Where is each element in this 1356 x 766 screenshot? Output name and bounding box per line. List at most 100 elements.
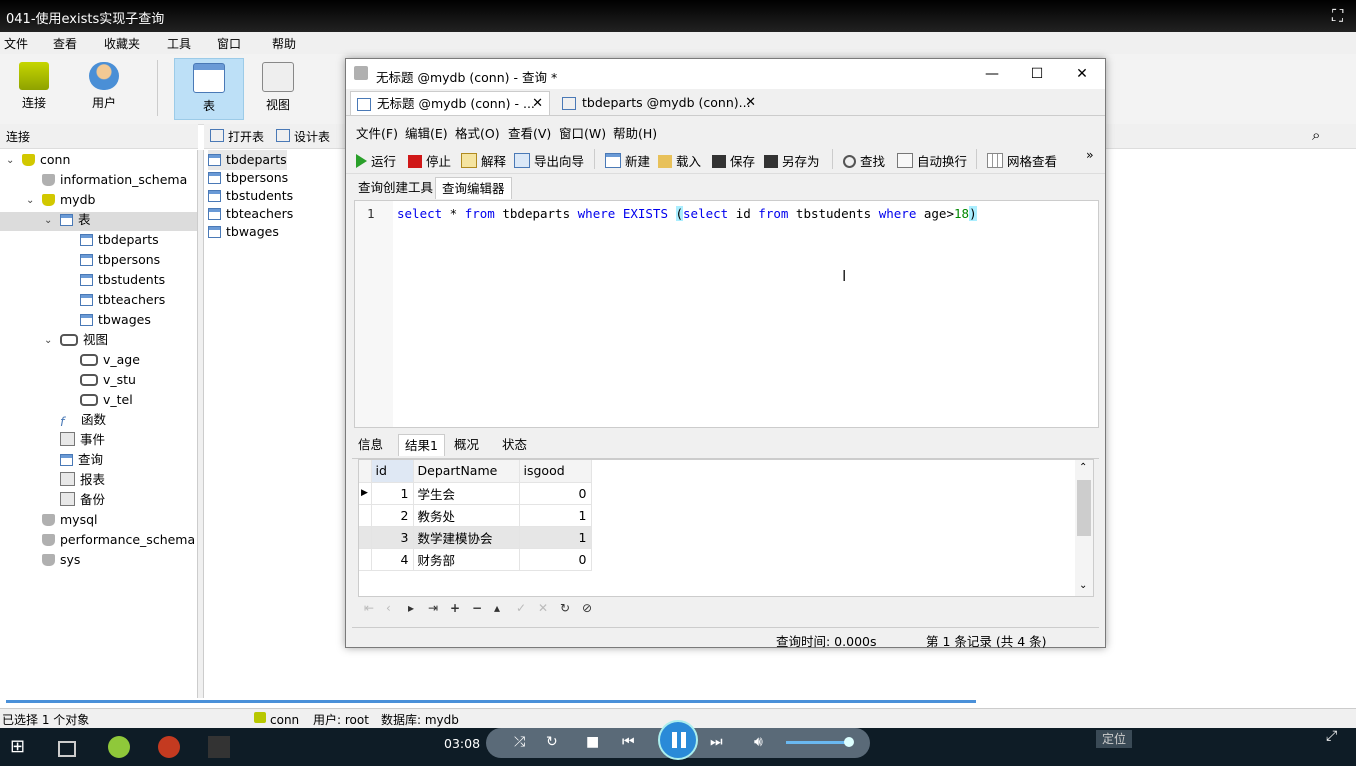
explain-button[interactable]: 解释 — [461, 151, 506, 170]
load-button[interactable]: 载入 — [658, 151, 701, 170]
menu-tools[interactable]: 工具 — [167, 35, 191, 52]
cell-departname[interactable]: 教务处 — [413, 504, 520, 527]
tree-node-view[interactable]: v_tel — [80, 390, 133, 410]
user-button[interactable]: 用户 — [74, 58, 134, 116]
scroll-down-icon[interactable]: ⌄ — [1079, 580, 1087, 591]
sql-code[interactable]: select * from tbdeparts where EXISTS (se… — [397, 206, 977, 221]
column-header-isgood[interactable]: isgood — [519, 460, 592, 483]
tab-untitled-query[interactable]: 无标题 @mydb (conn) - ... ✕ — [350, 91, 550, 115]
volume-knob[interactable] — [844, 737, 854, 747]
save-button[interactable]: 保存 — [712, 151, 755, 170]
task-view-icon[interactable] — [58, 741, 76, 757]
tree-node-tables[interactable]: 表 — [60, 210, 91, 230]
panel-splitter[interactable] — [197, 150, 204, 698]
tab-info[interactable]: 信息 — [352, 434, 389, 456]
menu-view[interactable]: 查看 — [53, 35, 77, 52]
tree-node-backup[interactable]: 备份 — [60, 490, 105, 510]
close-tab-icon[interactable]: ✕ — [745, 91, 756, 115]
open-table-button[interactable]: 打开表 — [210, 128, 264, 145]
tree-node-sys[interactable]: sys — [42, 550, 80, 570]
video-progress-bar[interactable] — [0, 698, 1356, 708]
tree-node-conn[interactable]: conn — [22, 150, 70, 170]
cell-id[interactable]: 1 — [371, 482, 414, 505]
next-icon[interactable]: ⏭ — [710, 734, 723, 750]
fullscreen-icon[interactable]: ⛶ — [1332, 6, 1343, 26]
add-record-icon[interactable]: + — [450, 601, 460, 615]
tree-node-performance-schema[interactable]: performance_schema — [42, 530, 195, 550]
qmenu-help[interactable]: 帮助(H) — [613, 123, 657, 142]
tree-node-table[interactable]: tbpersons — [80, 250, 160, 270]
cell-id[interactable]: 4 — [371, 548, 414, 571]
run-button[interactable]: 运行 — [356, 151, 396, 170]
tab-query-editor[interactable]: 查询编辑器 — [435, 177, 512, 199]
tree-node-views[interactable]: 视图 — [60, 330, 108, 350]
expand-arrow-icon[interactable]: ⌄ — [44, 215, 52, 226]
volume-icon[interactable]: 🔊︎ — [754, 734, 763, 750]
cell-id[interactable]: 3 — [371, 526, 414, 549]
table-row[interactable]: 2 教务处 1 — [359, 504, 592, 527]
tree-node-reports[interactable]: 报表 — [60, 470, 105, 490]
more-tools-icon[interactable]: » — [1086, 147, 1094, 162]
locate-button[interactable]: 定位 — [1096, 730, 1132, 748]
apply-record-icon[interactable]: ✓ — [516, 601, 526, 615]
repeat-icon[interactable]: ↻ — [546, 734, 558, 750]
expand-arrow-icon[interactable]: ⌄ — [26, 195, 34, 206]
maximize-button[interactable]: ☐ — [1019, 63, 1055, 85]
navicat-taskbar-icon[interactable] — [108, 736, 130, 758]
edit-record-icon[interactable]: ▴ — [494, 601, 500, 615]
tab-profile[interactable]: 概况 — [448, 434, 485, 456]
last-record-icon[interactable]: ⇥ — [428, 601, 438, 615]
cell-isgood[interactable]: 0 — [519, 548, 592, 571]
connect-button[interactable]: 连接 — [4, 58, 64, 116]
object-item[interactable]: tbstudents — [208, 186, 293, 206]
tree-node-events[interactable]: 事件 — [60, 430, 105, 450]
view-button[interactable]: 视图 — [248, 58, 308, 116]
save-as-button[interactable]: 另存为 — [764, 151, 820, 170]
stop-button[interactable]: 停止 — [408, 151, 451, 170]
stop-refresh-icon[interactable]: ⊘ — [582, 601, 592, 615]
refresh-icon[interactable]: ↻ — [560, 601, 570, 615]
pause-button[interactable] — [658, 720, 698, 760]
previous-icon[interactable]: ⏮ — [622, 734, 635, 750]
tree-node-table[interactable]: tbdeparts — [80, 230, 159, 250]
tab-query-builder[interactable]: 查询创建工具 — [352, 177, 439, 199]
expand-icon[interactable]: ⤢ — [1326, 728, 1337, 744]
tree-node-queries[interactable]: 查询 — [60, 450, 103, 470]
windows-start-icon[interactable]: ⊞ — [10, 736, 32, 758]
new-button[interactable]: 新建 — [605, 151, 650, 170]
cell-departname[interactable]: 数学建模协会 — [413, 526, 520, 549]
word-wrap-button[interactable]: 自动换行 — [897, 151, 967, 170]
menu-favorites[interactable]: 收藏夹 — [104, 35, 140, 52]
cell-isgood[interactable]: 1 — [519, 526, 592, 549]
object-item[interactable]: tbteachers — [208, 204, 293, 224]
qmenu-file[interactable]: 文件(F) — [356, 123, 398, 142]
tab-status[interactable]: 状态 — [496, 434, 533, 456]
table-button[interactable]: 表 — [174, 58, 244, 120]
prev-record-icon[interactable]: ‹ — [386, 601, 391, 615]
app-taskbar-icon[interactable] — [208, 736, 230, 758]
tree-node-view[interactable]: v_stu — [80, 370, 136, 390]
tree-node-table[interactable]: tbteachers — [80, 290, 165, 310]
cell-isgood[interactable]: 1 — [519, 504, 592, 527]
design-table-button[interactable]: 设计表 — [276, 128, 330, 145]
tree-node-mysql[interactable]: mysql — [42, 510, 98, 530]
qmenu-window[interactable]: 窗口(W) — [559, 123, 606, 142]
qmenu-view[interactable]: 查看(V) — [508, 123, 551, 142]
column-header-id[interactable]: id — [371, 460, 414, 483]
expand-arrow-icon[interactable]: ⌄ — [44, 335, 52, 346]
tree-node-information-schema[interactable]: information_schema — [42, 170, 187, 190]
table-row[interactable]: 4 财务部 0 — [359, 548, 592, 571]
first-record-icon[interactable]: ⇤ — [364, 601, 374, 615]
scroll-up-icon[interactable]: ⌃ — [1079, 462, 1087, 473]
find-button[interactable]: 查找 — [843, 151, 885, 170]
volume-slider[interactable] — [786, 741, 850, 744]
delete-record-icon[interactable]: − — [472, 601, 482, 615]
cell-departname[interactable]: 财务部 — [413, 548, 520, 571]
scrollbar-thumb[interactable] — [1077, 480, 1091, 536]
tree-node-view[interactable]: v_age — [80, 350, 140, 370]
close-button[interactable]: ✕ — [1064, 63, 1100, 85]
close-tab-icon[interactable]: ✕ — [532, 92, 543, 116]
qmenu-format[interactable]: 格式(O) — [455, 123, 500, 142]
tree-node-table[interactable]: tbstudents — [80, 270, 165, 290]
cell-departname[interactable]: 学生会 — [413, 482, 520, 505]
